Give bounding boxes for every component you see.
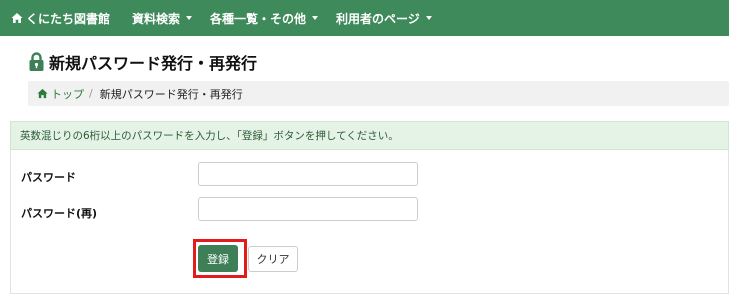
breadcrumb: トップ / 新規パスワード発行・再発行 (28, 81, 729, 106)
nav-menu-user-page-label: 利用者のページ (336, 11, 420, 26)
caret-down-icon (312, 16, 319, 20)
lock-icon (29, 52, 44, 71)
clear-button[interactable]: クリア (248, 246, 298, 272)
password-label: パスワード (21, 171, 76, 184)
page-title: 新規パスワード発行・再発行 (49, 54, 258, 73)
password-input[interactable] (198, 162, 418, 186)
nav-menu-lists-label: 各種一覧・その他 (210, 11, 307, 26)
instruction-alert: 英数混じりの6桁以上のパスワードを入力し、「登録」ボタンを押してください。 (10, 121, 729, 150)
home-icon (37, 88, 48, 99)
caret-down-icon (186, 16, 193, 20)
breadcrumb-separator: / (89, 87, 93, 100)
breadcrumb-home-label: トップ (51, 87, 84, 101)
nav-home-label: くにたち図書館 (26, 11, 111, 26)
caret-down-icon (425, 16, 432, 20)
nav-menu-user-page[interactable]: 利用者のページ (336, 0, 432, 36)
password-confirm-input[interactable] (198, 197, 418, 221)
nav-menu-lists[interactable]: 各種一覧・その他 (210, 0, 319, 36)
top-navbar: くにたち図書館 資料検索 各種一覧・その他 利用者のページ (0, 0, 729, 36)
register-button[interactable]: 登録 (198, 245, 238, 272)
breadcrumb-current: 新規パスワード発行・再発行 (99, 87, 243, 101)
page-title-block: 新規パスワード発行・再発行 (28, 50, 257, 74)
password-confirm-label: パスワード(再) (21, 207, 98, 220)
nav-menu-search[interactable]: 資料検索 (132, 0, 193, 36)
instruction-message: 英数混じりの6桁以上のパスワードを入力し、「登録」ボタンを押してください。 (20, 130, 399, 142)
nav-home-link[interactable]: くにたち図書館 (11, 0, 110, 36)
nav-menu-search-label: 資料検索 (132, 11, 181, 26)
breadcrumb-home-link[interactable]: トップ (37, 86, 84, 102)
home-icon (11, 13, 23, 23)
